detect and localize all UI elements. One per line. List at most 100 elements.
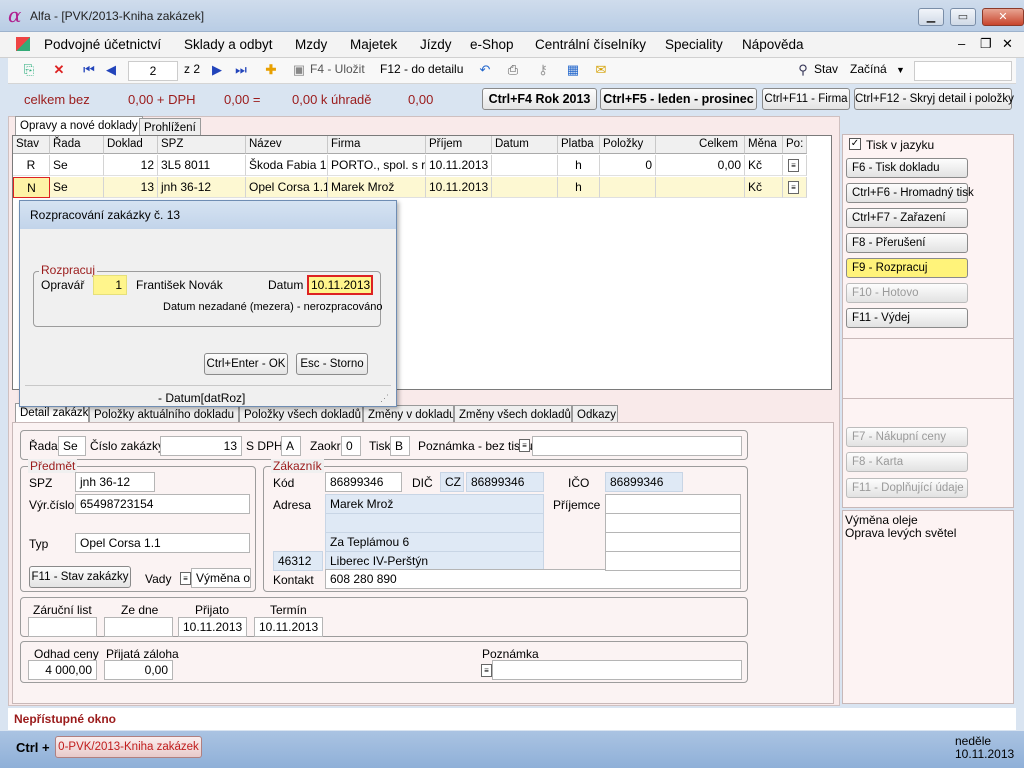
save-icon[interactable]: ▣ — [290, 61, 308, 79]
preruseni-button[interactable]: F8 - Přerušení — [846, 233, 968, 253]
zedne-field[interactable] — [104, 617, 173, 637]
doplnujici-udaje-button[interactable]: F11 - Doplňující údaje — [846, 478, 968, 498]
next-record-icon[interactable]: ▶ — [208, 61, 226, 79]
zaloha-field[interactable]: 0,00 — [104, 660, 173, 680]
col-rada[interactable]: Řada — [50, 136, 104, 154]
tisk-dokladu-button[interactable]: F6 - Tisk dokladu — [846, 158, 968, 178]
menu-eshop[interactable]: e-Shop — [470, 37, 514, 52]
col-spz[interactable]: SPZ — [158, 136, 246, 154]
detail-button[interactable]: F12 - do detailu — [380, 62, 463, 76]
mail-icon[interactable]: ✉ — [592, 61, 610, 79]
note-icon[interactable]: ≡ — [788, 159, 799, 172]
menu-jizdy[interactable]: Jízdy — [420, 37, 452, 52]
stav-button[interactable]: Stav — [814, 62, 838, 76]
firm-button[interactable]: Ctrl+F11 - Firma — [762, 88, 850, 110]
calculator-icon[interactable]: ▦ — [564, 61, 582, 79]
vyr-field[interactable]: 65498723154 — [75, 494, 250, 514]
note-icon[interactable]: ≡ — [519, 439, 530, 452]
col-stav[interactable]: Stav — [13, 136, 50, 154]
zaokr-field[interactable]: 0 — [341, 436, 361, 456]
dic-country-field[interactable]: CZ — [440, 472, 464, 492]
zarucni-field[interactable] — [28, 617, 97, 637]
col-nazev[interactable]: Název — [246, 136, 328, 154]
hide-detail-button[interactable]: Ctrl+F12 - Skryj detail i položky — [854, 88, 1014, 110]
tisk-jazyk-checkbox[interactable]: ✓ — [849, 138, 861, 150]
rada-field[interactable]: Se — [58, 436, 86, 456]
sdph-field[interactable]: A — [281, 436, 301, 456]
kod-field[interactable]: 86899346 — [325, 472, 402, 492]
first-record-icon[interactable]: ⏮ — [80, 61, 98, 79]
undo-icon[interactable]: ↶ — [476, 61, 494, 79]
poznamka-bez-field[interactable] — [532, 436, 742, 456]
hromadny-tisk-button[interactable]: Ctrl+F6 - Hromadný tisk — [846, 183, 974, 203]
stav-zakazky-button[interactable]: F11 - Stav zakázky — [29, 566, 131, 588]
year-button[interactable]: Ctrl+F4 Rok 2013 — [482, 88, 597, 110]
poznamka-field[interactable] — [492, 660, 742, 680]
vady-field[interactable]: Výměna ole — [191, 568, 251, 588]
prijemce-line2[interactable] — [605, 513, 741, 533]
col-prijem[interactable]: Příjem — [426, 136, 492, 154]
print-icon[interactable]: ⎙ — [504, 61, 522, 79]
close-button[interactable]: ✕ — [982, 8, 1024, 26]
col-doklad[interactable]: Doklad — [104, 136, 158, 154]
tab-opravy[interactable]: Opravy a nové doklady — [15, 116, 143, 137]
chevron-down-icon[interactable]: ▼ — [896, 65, 905, 75]
ico-field[interactable]: 86899346 — [605, 472, 683, 492]
menu-podvojne[interactable]: Podvojné účetnictví — [44, 37, 161, 52]
menu-centralni[interactable]: Centrální číselníky — [535, 37, 646, 52]
zarazeni-button[interactable]: Ctrl+F7 - Zařazení — [846, 208, 968, 228]
prev-record-icon[interactable]: ◀ — [102, 61, 120, 79]
prijemce-line1[interactable] — [605, 494, 741, 514]
maximize-button[interactable]: ▭ — [950, 8, 976, 26]
new-icon[interactable]: ⎘ — [20, 61, 38, 79]
opravar-field[interactable]: 1 — [93, 275, 127, 295]
delete-icon[interactable]: ✕ — [50, 61, 68, 79]
note-icon[interactable]: ≡ — [180, 572, 191, 585]
menu-sklady[interactable]: Sklady a odbyt — [184, 37, 273, 52]
menu-napoveda[interactable]: Nápověda — [742, 37, 804, 52]
task-button[interactable]: 0-PVK/2013-Kniha zakázek — [55, 736, 202, 758]
period-button[interactable]: Ctrl+F5 - leden - prosinec — [600, 88, 757, 110]
mdi-restore-icon[interactable]: ❐ — [980, 36, 992, 52]
adresa-line2[interactable] — [325, 513, 544, 533]
key-icon[interactable]: ⚷ — [534, 61, 552, 79]
nakupni-ceny-button[interactable]: F7 - Nákupní ceny — [846, 427, 968, 447]
cislo-field[interactable]: 13 — [160, 436, 242, 456]
spz-field[interactable]: jnh 36-12 — [75, 472, 155, 492]
note-icon[interactable]: ≡ — [788, 181, 799, 194]
col-datum[interactable]: Datum — [492, 136, 558, 154]
kontakt-field[interactable]: 608 280 890 — [325, 569, 741, 589]
menu-majetek[interactable]: Majetek — [350, 37, 397, 52]
hotovo-button[interactable]: F10 - Hotovo — [846, 283, 968, 303]
resize-grip-icon[interactable]: ⋰ — [380, 393, 389, 404]
dic-field[interactable]: 86899346 — [466, 472, 544, 492]
typ-field[interactable]: Opel Corsa 1.1 — [75, 533, 250, 553]
cancel-button[interactable]: Esc - Storno — [296, 353, 368, 375]
psc-field[interactable]: 46312 — [273, 551, 323, 571]
add-icon[interactable]: ✚ — [262, 61, 280, 79]
filter-mode-select[interactable]: Začíná — [850, 62, 887, 76]
table-row[interactable]: R Se 12 3L5 8011 Škoda Fabia 1.4 PORTO.,… — [13, 155, 807, 176]
adresa-line1[interactable]: Marek Mrož — [325, 494, 544, 514]
karta-button[interactable]: F8 - Karta — [846, 452, 968, 472]
odhad-field[interactable]: 4 000,00 — [28, 660, 97, 680]
ok-button[interactable]: Ctrl+Enter - OK — [204, 353, 288, 375]
adresa-line3[interactable]: Za Teplámou 6 — [325, 532, 544, 552]
vydej-button[interactable]: F11 - Výdej — [846, 308, 968, 328]
mdi-close-icon[interactable]: ✕ — [1002, 36, 1013, 52]
search-input[interactable] — [914, 61, 1012, 81]
prijato-field[interactable]: 10.11.2013 — [178, 617, 247, 637]
col-mena[interactable]: Měna — [745, 136, 783, 154]
col-polozky[interactable]: Položky — [600, 136, 656, 154]
col-firma[interactable]: Firma — [328, 136, 426, 154]
col-platba[interactable]: Platba — [558, 136, 600, 154]
rozpracuj-button[interactable]: F9 - Rozpracuj — [846, 258, 968, 278]
save-button[interactable]: F4 - Uložit — [310, 62, 365, 76]
mdi-minimize-icon[interactable]: – — [958, 36, 965, 51]
table-row-selected[interactable]: N Se 13 jnh 36-12 Opel Corsa 1.1 Marek M… — [13, 177, 807, 198]
col-poznamka[interactable]: Po: — [783, 136, 807, 154]
prijemce-line4[interactable] — [605, 551, 741, 571]
app-menu-icon[interactable] — [16, 37, 30, 51]
termin-field[interactable]: 10.11.2013 — [254, 617, 323, 637]
datum-field[interactable]: 10.11.2013 — [307, 275, 373, 295]
